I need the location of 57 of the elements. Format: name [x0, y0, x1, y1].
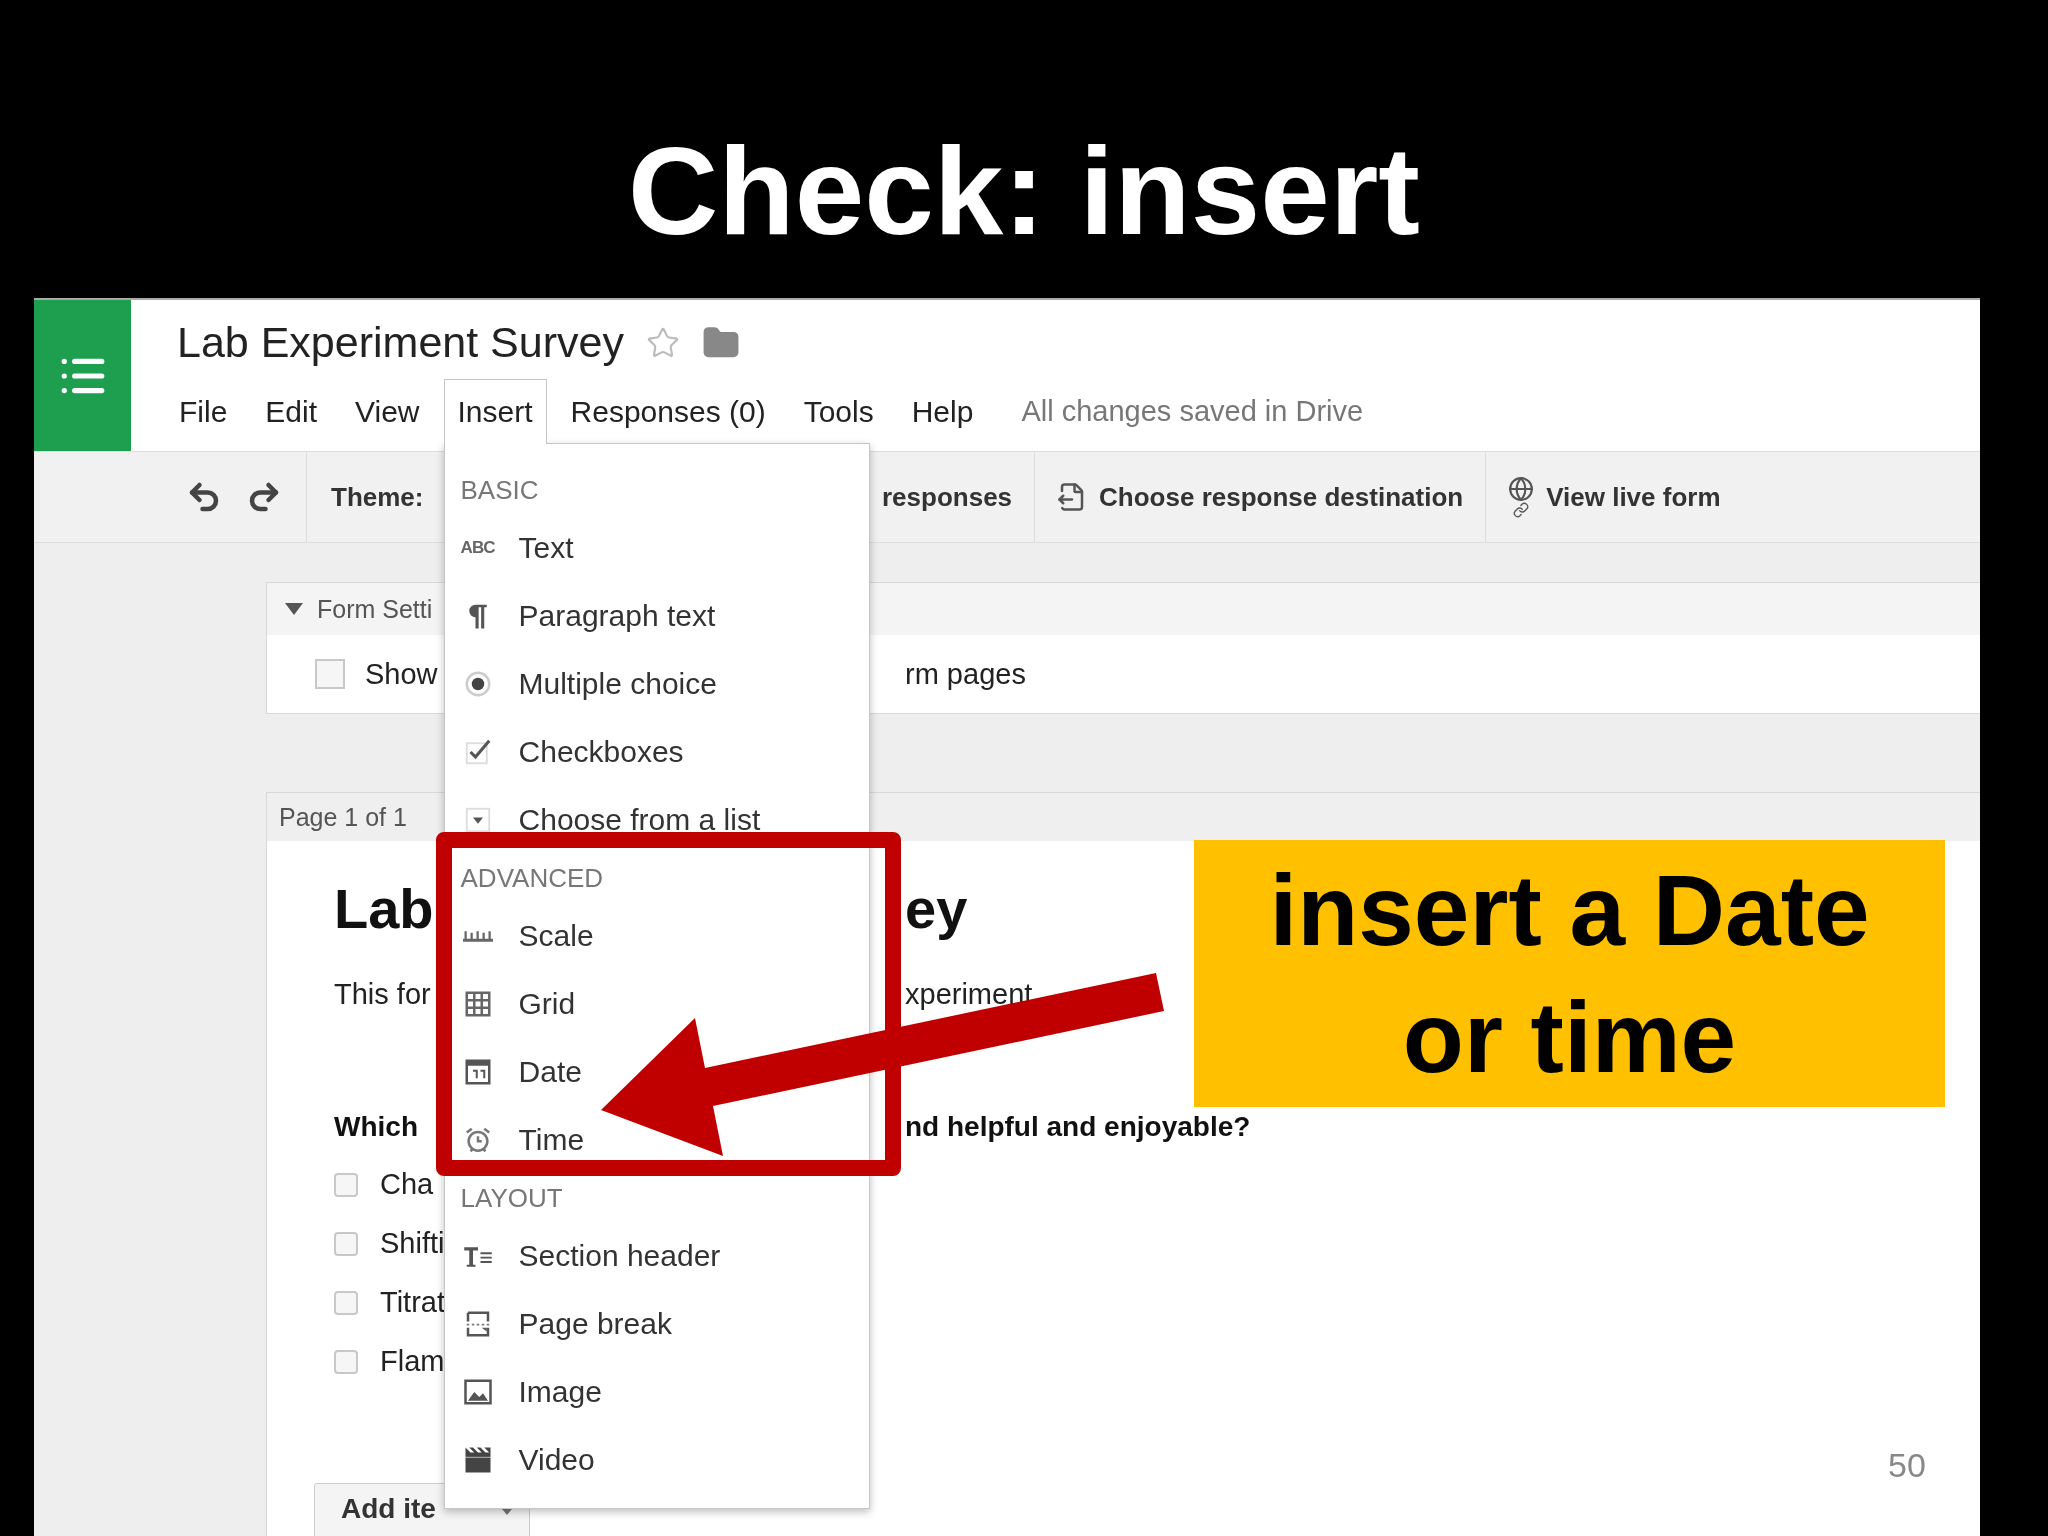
choice-label: Shifti	[380, 1227, 445, 1260]
save-status: All changes saved in Drive	[1021, 394, 1364, 429]
menu-option[interactable]: Date	[458, 1054, 582, 1090]
menu-option[interactable]: Checkboxes	[458, 734, 684, 770]
globe-link-icon	[1508, 476, 1535, 518]
choice-label: Flam	[380, 1345, 445, 1378]
menu-item[interactable]: Tools	[789, 379, 888, 444]
menu-option[interactable]: Video	[458, 1442, 595, 1478]
icon-label: ABC	[460, 538, 495, 558]
response-destination-button[interactable]: Choose response destination	[1057, 481, 1464, 513]
menu-item[interactable]: File	[165, 379, 242, 444]
checkbox[interactable]	[315, 659, 345, 689]
checkbox[interactable]	[334, 1231, 358, 1256]
form-title: Lab	[334, 876, 434, 941]
choice-label: Titrat	[380, 1286, 445, 1319]
star-icon[interactable]	[645, 325, 680, 360]
menu-option[interactable]: Grid	[458, 986, 576, 1022]
ruler-icon	[462, 930, 493, 942]
form-title: ey	[905, 876, 968, 941]
form-description: xperiment	[905, 977, 1033, 1011]
menu-item[interactable]: Help	[897, 379, 988, 444]
checkbox[interactable]	[334, 1349, 358, 1374]
responses-button[interactable]: responses	[882, 481, 1013, 513]
slide-title: Check: insert	[628, 128, 1420, 253]
menu-item[interactable]: Insert	[443, 379, 547, 444]
menu-option[interactable]: Paragraph text	[458, 598, 716, 634]
form-description: This for	[334, 977, 431, 1011]
menu-option[interactable]: Page break	[458, 1306, 672, 1342]
question-text: Which	[334, 1111, 418, 1143]
menu-option[interactable]: Section header	[458, 1238, 721, 1274]
page-label: Page 1 of 1	[279, 802, 407, 832]
document-title: Lab Experiment Survey	[177, 318, 624, 367]
menu-item[interactable]: View	[341, 379, 434, 444]
menu-option[interactable]: Image	[458, 1374, 602, 1410]
menu-section-heading: LAYOUT	[460, 1182, 563, 1214]
page-number: 50	[1888, 1446, 1926, 1485]
collapse-triangle-icon[interactable]	[285, 603, 303, 615]
menu-section-heading: ADVANCED	[460, 862, 604, 894]
image-icon	[462, 1377, 493, 1407]
menu-option[interactable]: Time	[458, 1122, 585, 1158]
checkbox[interactable]	[334, 1290, 358, 1315]
menu-section-heading: BASIC	[460, 474, 539, 506]
menu-option[interactable]: Scale	[458, 918, 594, 954]
option-label: rm pages	[905, 657, 1026, 691]
section-heading: Form Setti	[317, 594, 433, 624]
callout-text: insert a Date or time	[1268, 852, 1871, 1095]
option-label: Show	[365, 657, 438, 691]
theme-label[interactable]: Theme:	[331, 481, 424, 513]
menu-item[interactable]: Responses (0)	[556, 379, 780, 444]
view-live-form-button[interactable]: View live form	[1508, 476, 1721, 518]
menu-item[interactable]: Edit	[251, 379, 332, 444]
question-text: nd helpful and enjoyable?	[905, 1111, 1251, 1143]
menu-option[interactable]: Multiple choice	[458, 666, 717, 702]
checkbox[interactable]	[334, 1172, 358, 1197]
forms-logo[interactable]	[34, 300, 131, 451]
choice-label: Cha	[380, 1168, 434, 1201]
menu-option[interactable]: ABC Text	[458, 530, 574, 566]
